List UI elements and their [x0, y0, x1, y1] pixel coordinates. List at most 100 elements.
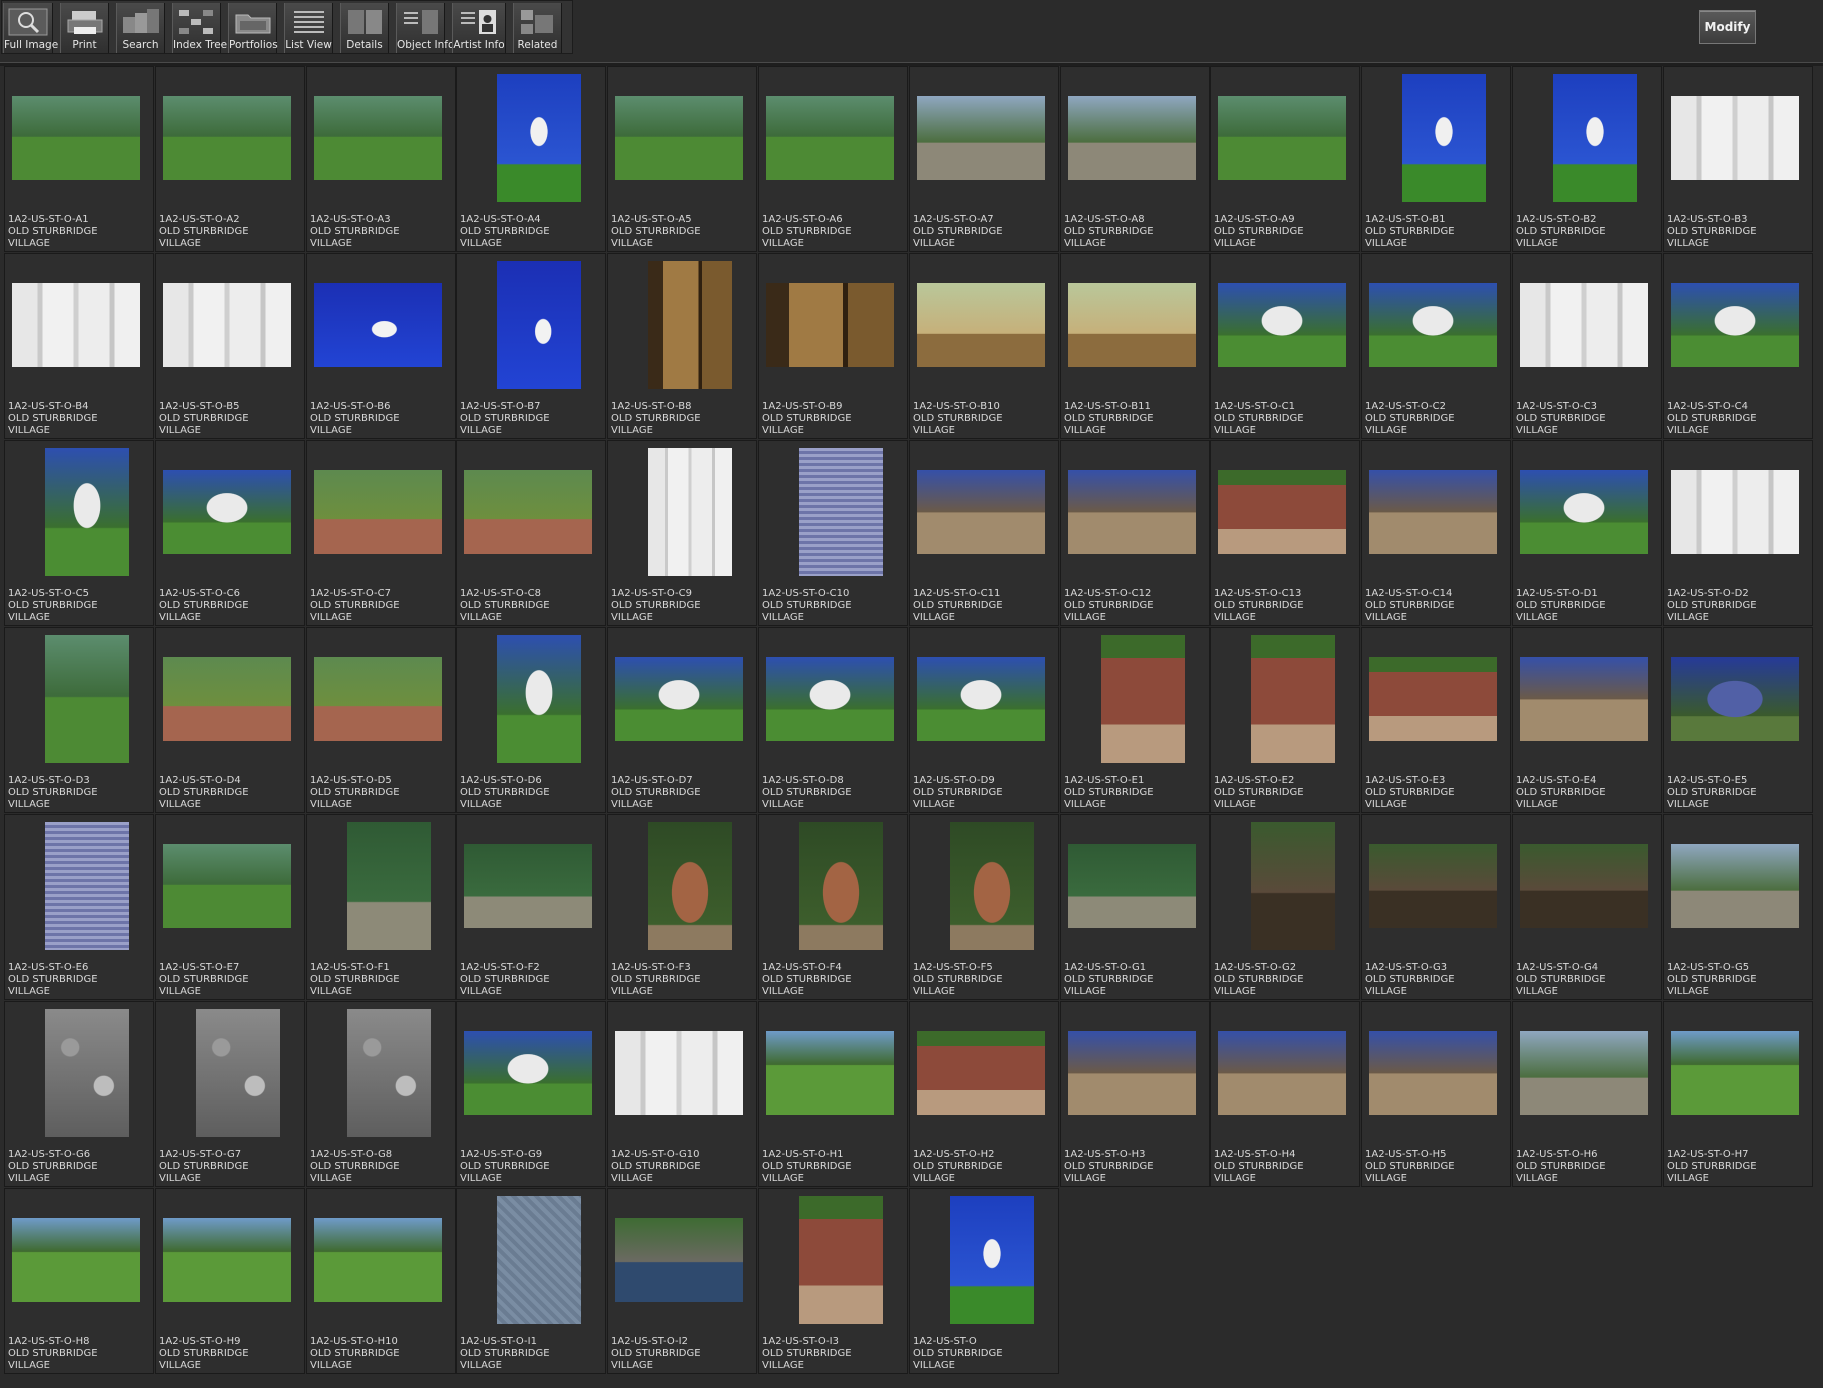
index-tree-button[interactable]: Index Tree [172, 3, 227, 53]
thumbnail-image[interactable] [950, 1196, 1034, 1324]
thumbnail-cell[interactable]: 1A2-US-ST-O-G8 OLD STURBRIDGE VILLAGE [306, 1001, 456, 1187]
thumbnail-cell[interactable]: 1A2-US-ST-O-H9 OLD STURBRIDGE VILLAGE [155, 1188, 305, 1374]
thumbnail-cell[interactable]: 1A2-US-ST-O-C1 OLD STURBRIDGE VILLAGE [1210, 253, 1360, 439]
thumbnail-cell[interactable]: 1A2-US-ST-O-B5 OLD STURBRIDGE VILLAGE [155, 253, 305, 439]
object-info-button[interactable]: Object Info [396, 3, 454, 53]
thumbnail-cell[interactable]: 1A2-US-ST-O-B3 OLD STURBRIDGE VILLAGE [1663, 66, 1813, 252]
thumbnail-cell[interactable]: 1A2-US-ST-O-B6 OLD STURBRIDGE VILLAGE [306, 253, 456, 439]
thumbnail-cell[interactable]: 1A2-US-ST-O-B11 OLD STURBRIDGE VILLAGE [1060, 253, 1210, 439]
thumbnail-cell[interactable]: 1A2-US-ST-O-H8 OLD STURBRIDGE VILLAGE [4, 1188, 154, 1374]
thumbnail-cell[interactable]: 1A2-US-ST-O-B4 OLD STURBRIDGE VILLAGE [4, 253, 154, 439]
thumbnail-cell[interactable]: 1A2-US-ST-O-E2 OLD STURBRIDGE VILLAGE [1210, 627, 1360, 813]
thumbnail-cell[interactable]: 1A2-US-ST-O-F4 OLD STURBRIDGE VILLAGE [758, 814, 908, 1000]
thumbnail-image[interactable] [347, 822, 431, 950]
thumbnail-image[interactable] [314, 470, 442, 554]
thumbnail-image[interactable] [950, 822, 1034, 950]
thumbnail-cell[interactable]: 1A2-US-ST-O-A7 OLD STURBRIDGE VILLAGE [909, 66, 1059, 252]
thumbnail-cell[interactable]: 1A2-US-ST-O-H5 OLD STURBRIDGE VILLAGE [1361, 1001, 1511, 1187]
thumbnail-image[interactable] [917, 470, 1045, 554]
thumbnail-cell[interactable]: 1A2-US-ST-O-C12 OLD STURBRIDGE VILLAGE [1060, 440, 1210, 626]
thumbnail-image[interactable] [1068, 96, 1196, 180]
thumbnail-cell[interactable]: 1A2-US-ST-O-B9 OLD STURBRIDGE VILLAGE [758, 253, 908, 439]
thumbnail-image[interactable] [314, 96, 442, 180]
related-button[interactable]: Related [513, 3, 562, 53]
thumbnail-image[interactable] [615, 1031, 743, 1115]
thumbnail-image[interactable] [1068, 1031, 1196, 1115]
thumbnail-cell[interactable]: 1A2-US-ST-O-B2 OLD STURBRIDGE VILLAGE [1512, 66, 1662, 252]
thumbnail-cell[interactable]: 1A2-US-ST-O-D6 OLD STURBRIDGE VILLAGE [456, 627, 606, 813]
thumbnail-image[interactable] [1553, 74, 1637, 202]
thumbnail-cell[interactable]: 1A2-US-ST-O-C10 OLD STURBRIDGE VILLAGE [758, 440, 908, 626]
thumbnail-image[interactable] [196, 1009, 280, 1137]
thumbnail-cell[interactable]: 1A2-US-ST-O-H6 OLD STURBRIDGE VILLAGE [1512, 1001, 1662, 1187]
thumbnail-cell[interactable]: 1A2-US-ST-O-A6 OLD STURBRIDGE VILLAGE [758, 66, 908, 252]
print-button[interactable]: Print [60, 3, 109, 53]
thumbnail-cell[interactable]: 1A2-US-ST-O-C11 OLD STURBRIDGE VILLAGE [909, 440, 1059, 626]
thumbnail-image[interactable] [648, 822, 732, 950]
thumbnail-cell[interactable]: 1A2-US-ST-O-B8 OLD STURBRIDGE VILLAGE [607, 253, 757, 439]
thumbnail-image[interactable] [1520, 1031, 1648, 1115]
thumbnail-image[interactable] [45, 448, 129, 576]
details-button[interactable]: Details [340, 3, 389, 53]
thumbnail-cell[interactable]: 1A2-US-ST-O-D8 OLD STURBRIDGE VILLAGE [758, 627, 908, 813]
thumbnail-image[interactable] [12, 96, 140, 180]
thumbnail-image[interactable] [1369, 657, 1497, 741]
thumbnail-cell[interactable]: 1A2-US-ST-O-I2 OLD STURBRIDGE VILLAGE [607, 1188, 757, 1374]
portfolios-button[interactable]: Portfolios [228, 3, 278, 53]
thumbnail-cell[interactable]: 1A2-US-ST-O-F2 OLD STURBRIDGE VILLAGE [456, 814, 606, 1000]
thumbnail-image[interactable] [1520, 283, 1648, 367]
thumbnail-image[interactable] [163, 96, 291, 180]
thumbnail-image[interactable] [12, 283, 140, 367]
thumbnail-image[interactable] [1520, 844, 1648, 928]
thumbnail-cell[interactable]: 1A2-US-ST-O-D7 OLD STURBRIDGE VILLAGE [607, 627, 757, 813]
thumbnail-cell[interactable]: 1A2-US-ST-O-C6 OLD STURBRIDGE VILLAGE [155, 440, 305, 626]
thumbnail-image[interactable] [1101, 635, 1185, 763]
search-button[interactable]: Search [116, 3, 165, 53]
thumbnail-image[interactable] [1671, 844, 1799, 928]
thumbnail-cell[interactable]: 1A2-US-ST-O-H10 OLD STURBRIDGE VILLAGE [306, 1188, 456, 1374]
thumbnail-image[interactable] [1520, 657, 1648, 741]
thumbnail-cell[interactable]: 1A2-US-ST-O-E4 OLD STURBRIDGE VILLAGE [1512, 627, 1662, 813]
thumbnail-image[interactable] [615, 657, 743, 741]
thumbnail-cell[interactable]: 1A2-US-ST-O-H1 OLD STURBRIDGE VILLAGE [758, 1001, 908, 1187]
thumbnail-image[interactable] [615, 1218, 743, 1302]
thumbnail-image[interactable] [12, 1218, 140, 1302]
thumbnail-image[interactable] [497, 635, 581, 763]
thumbnail-image[interactable] [1369, 283, 1497, 367]
thumbnail-cell[interactable]: 1A2-US-ST-O-G9 OLD STURBRIDGE VILLAGE [456, 1001, 606, 1187]
thumbnail-image[interactable] [917, 1031, 1045, 1115]
thumbnail-image[interactable] [1068, 283, 1196, 367]
thumbnail-image[interactable] [648, 261, 732, 389]
thumbnail-cell[interactable]: 1A2-US-ST-O-G7 OLD STURBRIDGE VILLAGE [155, 1001, 305, 1187]
thumbnail-image[interactable] [1068, 470, 1196, 554]
thumbnail-image[interactable] [648, 448, 732, 576]
list-view-button[interactable]: List View [284, 3, 333, 53]
full-image-button[interactable]: Full Image [3, 3, 58, 53]
thumbnail-image[interactable] [464, 1031, 592, 1115]
thumbnail-image[interactable] [799, 822, 883, 950]
thumbnail-image[interactable] [1251, 822, 1335, 950]
thumbnail-image[interactable] [497, 74, 581, 202]
thumbnail-image[interactable] [497, 261, 581, 389]
thumbnail-image[interactable] [1369, 470, 1497, 554]
thumbnail-cell[interactable]: 1A2-US-ST-O-C9 OLD STURBRIDGE VILLAGE [607, 440, 757, 626]
thumbnail-image[interactable] [163, 657, 291, 741]
thumbnail-image[interactable] [163, 1218, 291, 1302]
thumbnail-cell[interactable]: 1A2-US-ST-O-H2 OLD STURBRIDGE VILLAGE [909, 1001, 1059, 1187]
thumbnail-cell[interactable]: 1A2-US-ST-O-F1 OLD STURBRIDGE VILLAGE [306, 814, 456, 1000]
thumbnail-cell[interactable]: 1A2-US-ST-O-D9 OLD STURBRIDGE VILLAGE [909, 627, 1059, 813]
thumbnail-cell[interactable]: 1A2-US-ST-O-C2 OLD STURBRIDGE VILLAGE [1361, 253, 1511, 439]
thumbnail-cell[interactable]: 1A2-US-ST-O-E1 OLD STURBRIDGE VILLAGE [1060, 627, 1210, 813]
thumbnail-image[interactable] [314, 657, 442, 741]
thumbnail-cell[interactable]: 1A2-US-ST-O-G6 OLD STURBRIDGE VILLAGE [4, 1001, 154, 1187]
thumbnail-cell[interactable]: 1A2-US-ST-O-E6 OLD STURBRIDGE VILLAGE [4, 814, 154, 1000]
thumbnail-image[interactable] [917, 96, 1045, 180]
thumbnail-image[interactable] [799, 448, 883, 576]
thumbnail-image[interactable] [1671, 657, 1799, 741]
thumbnail-image[interactable] [163, 844, 291, 928]
thumbnail-cell[interactable]: 1A2-US-ST-O-F3 OLD STURBRIDGE VILLAGE [607, 814, 757, 1000]
thumbnail-image[interactable] [766, 96, 894, 180]
thumbnail-image[interactable] [1369, 1031, 1497, 1115]
thumbnail-image[interactable] [1671, 1031, 1799, 1115]
thumbnail-image[interactable] [1671, 470, 1799, 554]
